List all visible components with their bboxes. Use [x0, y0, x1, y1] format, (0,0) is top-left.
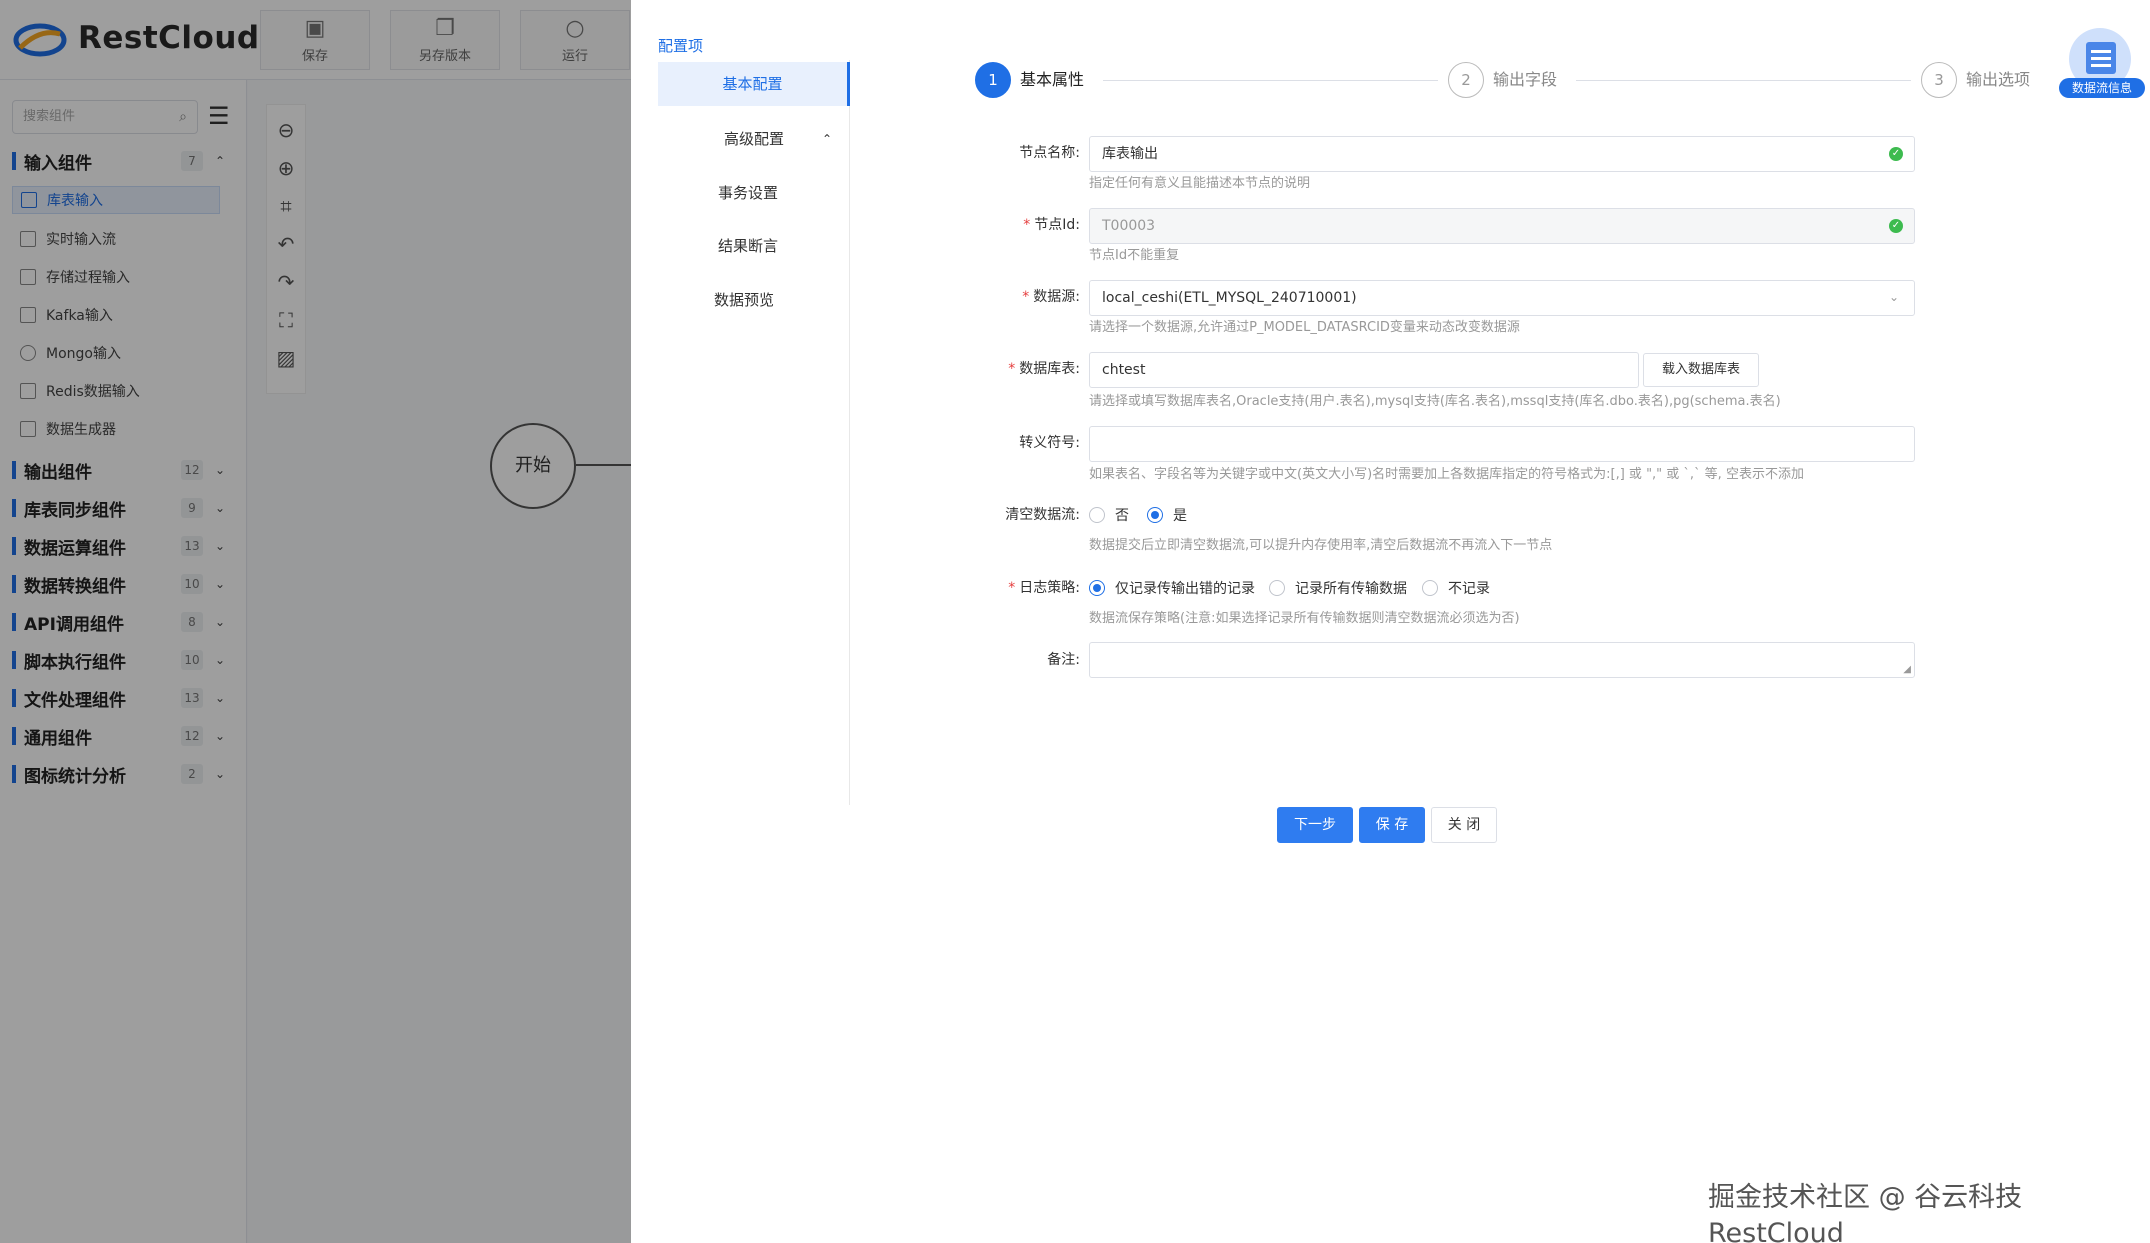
watermark: 掘金技术社区 @ 谷云科技RestCloud	[1708, 1182, 2023, 1243]
escape-input[interactable]	[1089, 426, 1915, 462]
log-errors-only-radio[interactable]: 仅记录传输出错的记录	[1089, 578, 1255, 598]
escape-help: 如果表名、字段名等为关键字或中文(英文大小写)名时需要加上各数据库指定的符号格式…	[1089, 467, 1804, 482]
escape-label: 转义符号:	[930, 433, 1080, 453]
datasource-select[interactable]: local_ceshi(ETL_MYSQL_240710001)	[1089, 280, 1915, 316]
log-policy-label: * 日志策略:	[930, 578, 1080, 598]
table-label-text: 数据库表:	[1019, 361, 1080, 377]
table-help: 请选择或填写数据库表名,Oracle支持(用户.表名),mysql支持(库名.表…	[1089, 394, 1781, 409]
radio-circle	[1269, 580, 1285, 596]
radio-circle	[1089, 507, 1105, 523]
clear-flow-label-text: 清空数据流:	[1005, 507, 1080, 523]
radio-circle-checked	[1147, 507, 1163, 523]
node-name-label-text: 节点名称:	[1019, 145, 1080, 161]
config-form: 节点名称: 库表输出 ✓ 指定任何有意义且能描述本节点的说明 * 节点Id: T0…	[631, 0, 2150, 1243]
required-mark: *	[1023, 217, 1031, 233]
valid-check-icon: ✓	[1889, 219, 1903, 233]
required-mark: *	[1022, 289, 1030, 305]
save-button[interactable]: 保 存	[1359, 807, 1425, 843]
node-id-help: 节点Id不能重复	[1089, 248, 1180, 263]
table-label: * 数据库表:	[930, 359, 1080, 379]
escape-label-text: 转义符号:	[1019, 435, 1080, 451]
node-id-input: T00003	[1089, 208, 1915, 244]
radio-label: 记录所有传输数据	[1295, 581, 1407, 597]
datasource-label: * 数据源:	[930, 287, 1080, 307]
log-policy-label-text: 日志策略:	[1019, 580, 1080, 596]
log-all-radio[interactable]: 记录所有传输数据	[1269, 578, 1407, 598]
node-name-input[interactable]: 库表输出	[1089, 136, 1915, 172]
radio-label: 是	[1173, 508, 1187, 524]
clear-flow-yes-radio[interactable]: 是	[1147, 505, 1187, 525]
radio-circle-checked	[1089, 580, 1105, 596]
load-table-button[interactable]: 载入数据库表	[1643, 353, 1759, 387]
table-input[interactable]: chtest	[1089, 352, 1639, 388]
close-button[interactable]: 关 闭	[1431, 807, 1497, 843]
resize-handle-icon[interactable]: ◢	[1903, 665, 1911, 675]
valid-check-icon: ✓	[1889, 147, 1903, 161]
datasource-label-text: 数据源:	[1033, 289, 1080, 305]
required-mark: *	[1008, 361, 1016, 377]
remark-label-text: 备注:	[1047, 652, 1080, 668]
node-id-label-text: 节点Id:	[1034, 217, 1080, 233]
clear-flow-label: 清空数据流:	[930, 505, 1080, 525]
node-id-label: * 节点Id:	[930, 215, 1080, 235]
clear-flow-no-radio[interactable]: 否	[1089, 505, 1129, 525]
log-none-radio[interactable]: 不记录	[1422, 578, 1490, 598]
required-mark: *	[1008, 580, 1016, 596]
node-name-label: 节点名称:	[930, 143, 1080, 163]
radio-label: 不记录	[1448, 581, 1490, 597]
remark-textarea[interactable]: ◢	[1089, 642, 1915, 678]
radio-label: 否	[1115, 508, 1129, 524]
log-policy-help: 数据流保存策略(注意:如果选择记录所有传输数据则清空数据流必须选为否)	[1089, 611, 1520, 626]
remark-label: 备注:	[930, 650, 1080, 670]
clear-flow-help: 数据提交后立即清空数据流,可以提升内存使用率,清空后数据流不再流入下一节点	[1089, 538, 1553, 553]
node-name-help: 指定任何有意义且能描述本节点的说明	[1089, 176, 1311, 191]
radio-circle	[1422, 580, 1438, 596]
chevron-down-icon: ⌄	[1889, 290, 1900, 304]
datasource-help: 请选择一个数据源,允许通过P_MODEL_DATASRCID变量来动态改变数据源	[1089, 320, 1520, 335]
next-step-button[interactable]: 下一步	[1277, 807, 1353, 843]
radio-label: 仅记录传输出错的记录	[1115, 581, 1255, 597]
